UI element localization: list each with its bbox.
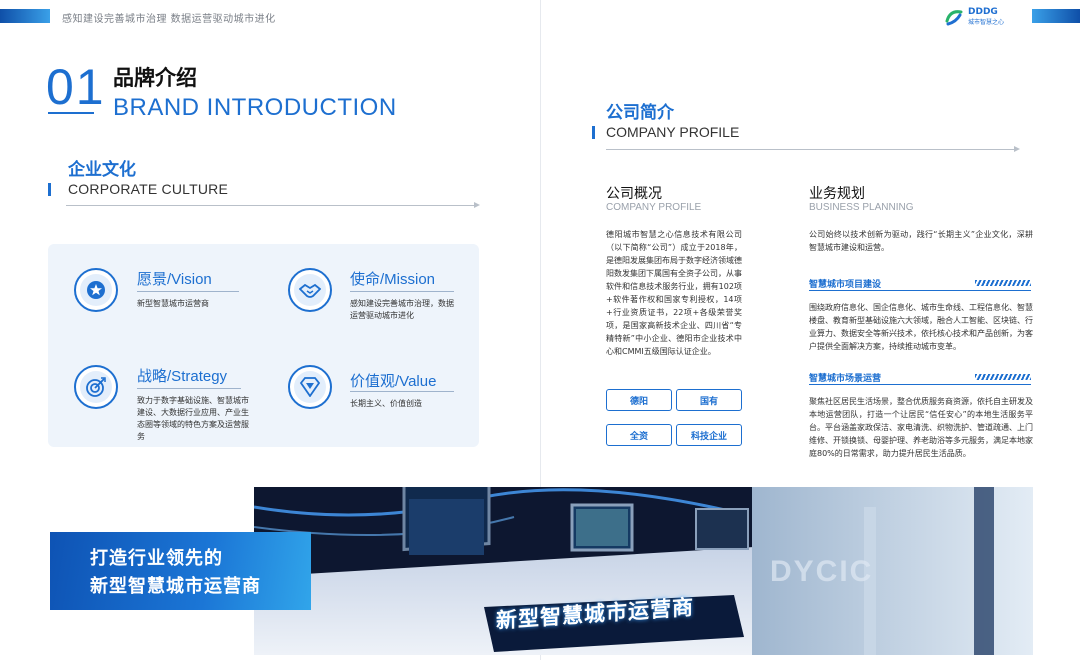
company-logo: DDDG 城市智慧之心 — [944, 6, 1028, 28]
overview-body: 德阳城市智慧之心信息技术有限公司（以下简称“公司”）成立于2018年，是德阳发展… — [606, 230, 742, 356]
section-2-stripe — [975, 374, 1031, 380]
vision-title: 愿景/Vision — [137, 268, 212, 289]
header-slogan: 感知建设完善城市治理 数据运营驱动城市进化 — [62, 14, 276, 25]
planning-intro: 公司始终以技术创新为驱动，践行“长期主义”企业文化，深耕智慧城市建设和运营。 — [809, 230, 1033, 252]
vision-rule — [137, 291, 239, 292]
overview-title-cn: 公司概况 — [606, 186, 662, 202]
strategy-title: 战略/Strategy — [137, 365, 227, 386]
culture-rule — [66, 205, 474, 206]
top-right-accent-bar — [1032, 9, 1080, 23]
top-left-accent-bar — [0, 9, 50, 23]
section-1-underline — [809, 290, 1031, 291]
star-icon — [74, 268, 118, 312]
tag-deyang: 德阳 — [606, 389, 672, 411]
value-title-en: /Value — [395, 373, 437, 390]
company-title-cn: 公司简介 — [606, 103, 674, 123]
value-title-cn: 价值观 — [350, 372, 396, 390]
value-desc: 长期主义、价值创造 — [350, 399, 422, 408]
vision-title-en: /Vision — [167, 271, 212, 288]
vision-desc: 新型智慧城市运营商 — [137, 299, 209, 308]
tag-tech-enterprise: 科技企业 — [676, 424, 742, 446]
showroom-illustration — [254, 487, 1033, 655]
mission-title-cn: 使命 — [350, 270, 381, 288]
planning-section-2-body: 聚焦社区居民生活场景，整合优质服务商资源，依托自主研发及本地运营团队，打造一个让… — [809, 397, 1033, 458]
brand-title-cn: 品牌介绍 — [113, 66, 197, 90]
showroom-wall-text: DYCIC — [770, 555, 874, 588]
logo-text: DDDG — [968, 7, 998, 17]
value-title: 价值观/Value — [350, 370, 436, 391]
strategy-title-en: /Strategy — [167, 368, 228, 385]
strategy-title-cn: 战略 — [137, 367, 168, 385]
culture-title-bar — [48, 183, 51, 196]
culture-rule-arrow-icon — [474, 202, 480, 208]
section-number-underline — [48, 112, 94, 114]
value-rule — [350, 391, 454, 392]
planning-section-1-body: 围绕政府信息化、国企信息化、城市生命线、工程信息化、智慧楼盘、教育新型基础设施六… — [809, 303, 1033, 351]
company-title-en: COMPANY PROFILE — [606, 124, 740, 140]
planning-title-cn: 业务规划 — [809, 186, 865, 202]
tag-wholly-owned: 全资 — [606, 424, 672, 446]
planning-section-2-title: 智慧城市场景运营 — [809, 374, 882, 384]
overview-title-en: COMPANY PROFILE — [606, 202, 702, 213]
mission-title-en: /Mission — [380, 271, 436, 288]
slogan-line-1: 打造行业领先的 — [90, 548, 223, 569]
vision-title-cn: 愿景 — [137, 270, 168, 288]
section-2-underline — [809, 384, 1031, 385]
slogan-line-2: 新型智慧城市运营商 — [90, 576, 261, 597]
company-rule-arrow-icon — [1014, 146, 1020, 152]
logo-subtext: 城市智慧之心 — [968, 19, 1005, 26]
section-number: 01 — [46, 59, 106, 115]
company-title-bar — [592, 126, 595, 139]
target-icon — [74, 365, 118, 409]
strategy-rule — [137, 388, 241, 389]
culture-title-en: CORPORATE CULTURE — [68, 181, 229, 197]
brand-title-en: BRAND INTRODUCTION — [113, 94, 397, 121]
section-1-stripe — [975, 280, 1031, 286]
mission-title: 使命/Mission — [350, 268, 435, 289]
strategy-desc: 致力于数字基础设施、智慧城市建设、大数据行业应用、产业生态圈等领域的特色方案及运… — [137, 396, 249, 441]
mission-rule — [350, 291, 454, 292]
logo-mark-icon — [945, 10, 963, 26]
diamond-icon — [288, 365, 332, 409]
handshake-icon — [288, 268, 332, 312]
planning-title-en: BUSINESS PLANNING — [809, 202, 914, 213]
tag-state-owned: 国有 — [676, 389, 742, 411]
company-rule — [606, 149, 1014, 150]
showroom-photo — [254, 487, 1033, 655]
mission-desc: 感知建设完善城市治理，数据运营驱动城市进化 — [350, 299, 454, 320]
planning-section-1-title: 智慧城市项目建设 — [809, 280, 882, 290]
culture-title-cn: 企业文化 — [68, 160, 136, 180]
slogan-banner-text: 打造行业领先的 新型智慧城市运营商 — [90, 545, 261, 601]
